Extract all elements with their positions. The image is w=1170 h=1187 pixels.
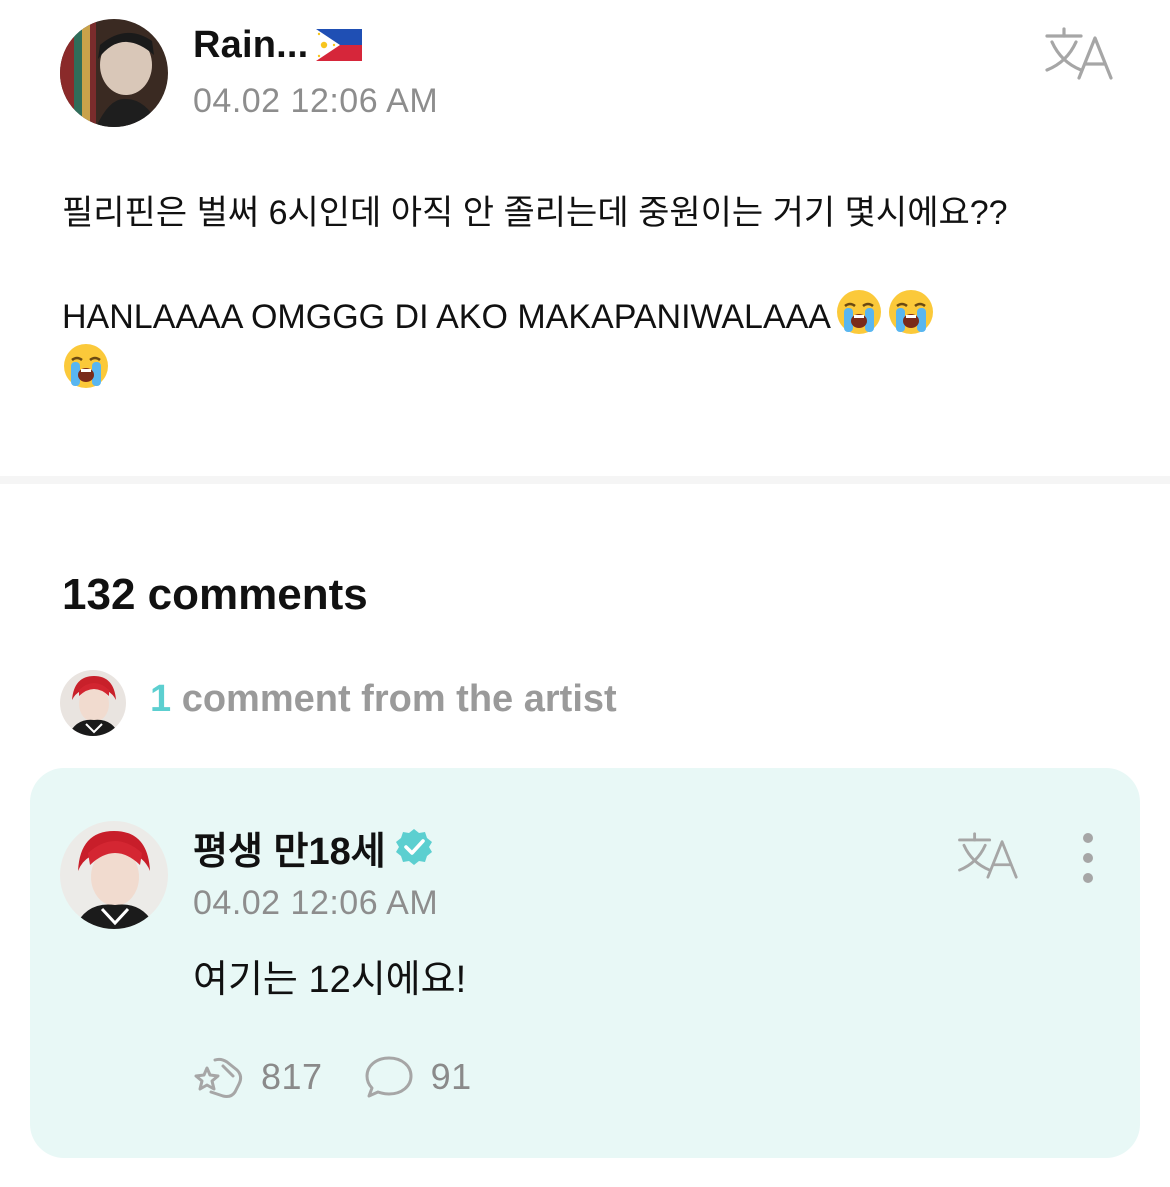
artist-avatar-small[interactable] [60,670,126,736]
artist-author[interactable]: 평생 만18세 [193,824,434,873]
post-author-avatar[interactable] [60,19,168,127]
post-timestamp: 04.02 12:06 AM [193,82,439,120]
artist-comment-label: comment from the artist [181,678,617,720]
loudly-crying-face-emoji [836,290,881,334]
artist-comment-link[interactable]: 1 comment from the artist [150,678,617,721]
loudly-crying-face-emoji [64,344,108,388]
artist-comment-count: 1 [150,678,172,720]
post-text-korean: 필리핀은 벌써 6시인데 아직 안 졸리는데 중원이는 거기 몇시에요?? [62,194,1008,232]
speech-bubble-icon [365,1056,413,1098]
artist-comment-text: 여기는 12시에요! [193,959,467,1001]
post-author[interactable]: Rain... [193,22,363,68]
artist-avatar[interactable] [60,821,168,929]
more-vertical-icon[interactable] [1070,830,1106,886]
cheer-icon [194,1057,243,1098]
translate-icon[interactable] [1043,26,1113,80]
artist-comment-card[interactable]: 평생 만18세 04.02 12:06 AM 여기는 12시에요! 817 91 [30,768,1140,1158]
comments-count: 132 comments [62,570,368,619]
post-text-line2: HANLAAAA OMGGG DI AKO MAKAPANIWALAAA [62,288,1122,396]
reply-count: 91 [430,1056,472,1097]
artist-comment-timestamp: 04.02 12:06 AM [193,884,439,922]
reply-button[interactable]: 91 [363,1054,472,1100]
artist-comment-actions: 817 91 [193,1052,512,1102]
verified-badge-icon [395,829,432,865]
post-text-tagalog: HANLAAAA OMGGG DI AKO MAKAPANIWALAAA [62,298,831,336]
loudly-crying-face-emoji [888,290,933,334]
philippines-flag-icon [316,29,363,61]
post-author-name[interactable]: Rain... [193,24,308,67]
translate-icon[interactable] [956,830,1018,880]
post-body: 필리핀은 벌써 6시인데 아직 안 졸리는데 중원이는 거기 몇시에요?? HA… [62,188,1122,396]
artist-author-name[interactable]: 평생 만18세 [193,820,386,875]
section-divider [0,476,1170,484]
cheer-count: 817 [261,1056,323,1097]
cheer-button[interactable]: 817 [193,1054,323,1100]
